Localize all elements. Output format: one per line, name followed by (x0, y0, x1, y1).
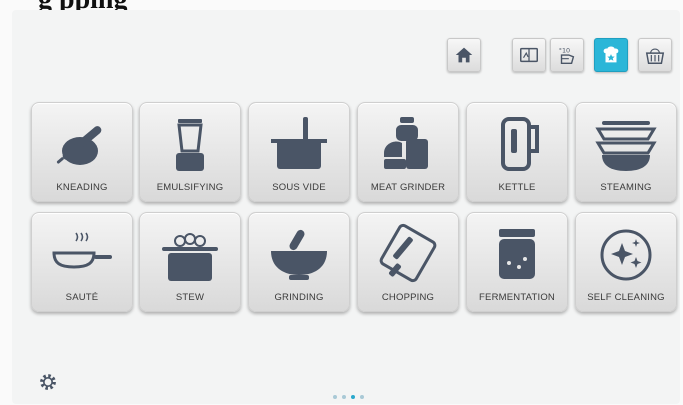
home-icon (455, 47, 473, 63)
tile-saute[interactable]: SAUTÉ (31, 212, 133, 312)
tile-label: CHOPPING (381, 292, 435, 303)
recipes-button[interactable] (512, 38, 546, 72)
tile-fermentation[interactable]: FERMENTATION (466, 212, 568, 312)
tile-label: SAUTÉ (65, 292, 99, 303)
page-dot[interactable] (342, 395, 346, 399)
tile-chopping[interactable]: CHOPPING (357, 212, 459, 312)
jar-icon (499, 229, 535, 279)
appliance-screen: °10 KNEADING EMULSIFYING SOUS VIDE MEAT … (12, 10, 680, 404)
cutting-board-icon (379, 223, 437, 283)
tile-label: KETTLE (498, 182, 536, 193)
blender-icon (176, 119, 204, 171)
manual-cooking-icon: °10 (559, 46, 575, 64)
tile-kettle[interactable]: KETTLE (466, 102, 568, 202)
tile-label: FERMENTATION (479, 292, 555, 303)
sous-vide-icon (271, 117, 327, 169)
tile-label: STEAMING (600, 182, 652, 193)
kettle-icon (501, 117, 539, 171)
steamer-icon (595, 121, 657, 171)
mortar-pestle-icon (271, 229, 327, 280)
tile-label: SELF CLEANING (587, 292, 665, 303)
meat-grinder-icon (384, 117, 428, 169)
kneading-icon (56, 126, 102, 165)
tile-emulsifying[interactable]: EMULSIFYING (139, 102, 241, 202)
gear-icon[interactable] (38, 372, 58, 392)
manual-cooking-button[interactable]: °10 (550, 38, 584, 72)
tile-grinding[interactable]: GRINDING (248, 212, 350, 312)
basket-icon (645, 48, 665, 64)
tile-label: STEW (175, 292, 205, 303)
frying-pan-icon (52, 232, 112, 269)
tile-label: KNEADING (56, 182, 108, 193)
tile-stew[interactable]: STEW (139, 212, 241, 312)
chef-functions-button[interactable] (594, 38, 628, 72)
tile-self-cleaning[interactable]: SELF CLEANING (575, 212, 677, 312)
basket-button[interactable] (638, 38, 672, 72)
sparkle-clean-icon (600, 229, 652, 281)
tile-meat-grinder[interactable]: MEAT GRINDER (357, 102, 459, 202)
page-dot[interactable] (333, 395, 337, 399)
tile-label: EMULSIFYING (156, 182, 224, 193)
home-button[interactable] (447, 38, 481, 72)
page-dot[interactable] (360, 395, 364, 399)
tile-steaming[interactable]: STEAMING (575, 102, 677, 202)
tile-kneading[interactable]: KNEADING (31, 102, 133, 202)
tile-sous-vide[interactable]: SOUS VIDE (248, 102, 350, 202)
tile-label: GRINDING (274, 292, 324, 303)
tile-label: MEAT GRINDER (370, 182, 446, 193)
chef-hat-star-icon (603, 46, 619, 63)
recipe-book-icon (520, 47, 538, 63)
page-dot-current[interactable] (351, 395, 355, 399)
tile-label: SOUS VIDE (272, 182, 326, 193)
page-indicator (333, 395, 364, 399)
stew-pot-icon (162, 233, 218, 281)
svg-text:°10: °10 (559, 46, 570, 54)
